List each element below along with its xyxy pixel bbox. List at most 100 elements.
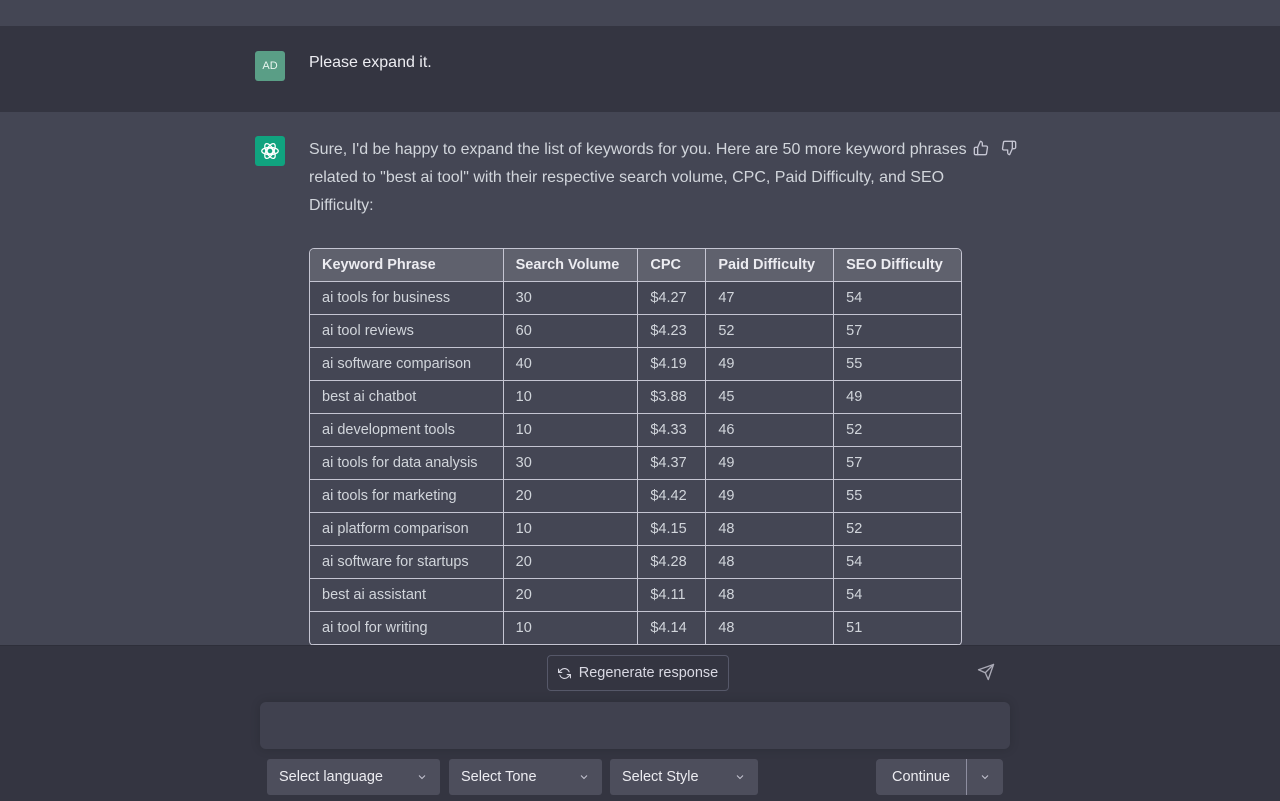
table-cell: 52 — [834, 414, 961, 447]
regenerate-button[interactable]: Regenerate response — [547, 655, 729, 691]
table-cell: ai tools for business — [310, 282, 504, 315]
column-header: Keyword Phrase — [310, 249, 504, 282]
table-cell: 20 — [503, 579, 639, 612]
table-cell: 20 — [503, 480, 639, 513]
table-row: ai tool for writing 10 $4.14 48 51 — [310, 612, 961, 645]
table-cell: 57 — [834, 447, 961, 480]
style-select-label: Select Style — [622, 769, 699, 785]
table-cell: 10 — [503, 612, 639, 645]
table-cell: 52 — [834, 513, 961, 546]
table-cell: 48 — [706, 546, 835, 579]
message-input-box — [260, 702, 1010, 749]
table-row: ai software for startups 20 $4.28 48 54 — [310, 546, 961, 579]
table-body: ai tools for business 30 $4.27 47 54 ai tool … — [310, 282, 961, 645]
table-row: ai platform comparison 10 $4.15 48 52 — [310, 513, 961, 546]
table-cell: best ai assistant — [310, 579, 504, 612]
table-row: ai tools for marketing 20 $4.42 49 55 — [310, 480, 961, 513]
table-cell: best ai chatbot — [310, 381, 504, 414]
user-avatar: AD — [255, 51, 285, 81]
composer-area: Regenerate response Select language Sele… — [0, 645, 1280, 801]
table-cell: 47 — [706, 282, 835, 315]
table-cell: 49 — [706, 480, 835, 513]
continue-button[interactable]: Continue — [876, 759, 967, 795]
table-cell: $4.23 — [638, 315, 707, 348]
table-cell: 10 — [503, 513, 639, 546]
table-cell: $4.42 — [638, 480, 707, 513]
assistant-message-row: Sure, I'd be happy to expand the list of… — [0, 112, 1280, 646]
table-header-row: Keyword Phrase Search Volume CPC Paid Di… — [310, 249, 961, 282]
table-row: best ai assistant 20 $4.11 48 54 — [310, 579, 961, 612]
table-cell: 49 — [834, 381, 961, 414]
table-cell: $4.14 — [638, 612, 707, 645]
table-cell: ai software for startups — [310, 546, 504, 579]
table-cell: ai tools for marketing — [310, 480, 504, 513]
chevron-down-icon — [418, 775, 426, 780]
user-message-text: Please expand it. — [309, 54, 432, 71]
table-cell: 30 — [503, 447, 639, 480]
column-header: CPC — [638, 249, 707, 282]
table-cell: ai software comparison — [310, 348, 504, 381]
openai-logo-icon — [255, 136, 285, 166]
message-input[interactable] — [274, 714, 968, 742]
table-cell: $4.19 — [638, 348, 707, 381]
table-cell: $4.15 — [638, 513, 707, 546]
language-select[interactable]: Select language — [267, 759, 440, 795]
tone-select[interactable]: Select Tone — [449, 759, 602, 795]
table-cell: 52 — [706, 315, 835, 348]
table-cell: 49 — [706, 348, 835, 381]
table-cell: 46 — [706, 414, 835, 447]
table-cell: $4.28 — [638, 546, 707, 579]
refresh-icon — [557, 667, 571, 679]
assistant-intro-text: Sure, I'd be happy to expand the list of… — [309, 141, 967, 214]
table-cell: 48 — [706, 513, 835, 546]
chevron-down-icon — [580, 775, 588, 780]
table-cell: 60 — [503, 315, 639, 348]
table-row: ai tools for business 30 $4.27 47 54 — [310, 282, 961, 315]
table-cell: 57 — [834, 315, 961, 348]
table-row: ai tools for data analysis 30 $4.37 49 57 — [310, 447, 961, 480]
table-cell: ai tool reviews — [310, 315, 504, 348]
table-cell: 51 — [834, 612, 961, 645]
table-cell: 54 — [834, 546, 961, 579]
thumbs-down-icon[interactable] — [1001, 140, 1017, 156]
keyword-table: Keyword Phrase Search Volume CPC Paid Di… — [309, 248, 962, 646]
table-cell: 55 — [834, 480, 961, 513]
table-cell: 10 — [503, 381, 639, 414]
table-cell: 48 — [706, 612, 835, 645]
table-cell: 45 — [706, 381, 835, 414]
table-cell: ai development tools — [310, 414, 504, 447]
chevron-down-icon — [736, 775, 744, 780]
column-header: SEO Difficulty — [834, 249, 961, 282]
continue-button-group: Continue — [876, 759, 1003, 795]
table-cell: 30 — [503, 282, 639, 315]
feedback-buttons — [973, 140, 1017, 156]
table-cell: 40 — [503, 348, 639, 381]
table-cell: ai platform comparison — [310, 513, 504, 546]
continue-dropdown-button[interactable] — [967, 759, 1003, 795]
table-row: ai development tools 10 $4.33 46 52 — [310, 414, 961, 447]
language-select-label: Select language — [279, 769, 383, 785]
table-row: ai tool reviews 60 $4.23 52 57 — [310, 315, 961, 348]
top-bar — [0, 0, 1280, 27]
regenerate-label: Regenerate response — [578, 665, 719, 681]
style-select[interactable]: Select Style — [610, 759, 758, 795]
table-row: best ai chatbot 10 $3.88 45 49 — [310, 381, 961, 414]
table-cell: $3.88 — [638, 381, 707, 414]
thumbs-up-icon[interactable] — [973, 140, 989, 156]
table-cell: $4.37 — [638, 447, 707, 480]
table-cell: 54 — [834, 579, 961, 612]
table-cell: $4.11 — [638, 579, 707, 612]
table-cell: ai tools for data analysis — [310, 447, 504, 480]
column-header: Search Volume — [503, 249, 639, 282]
user-message-row: AD Please expand it. — [0, 26, 1280, 113]
table-cell: 54 — [834, 282, 961, 315]
table-row: ai software comparison 40 $4.19 49 55 — [310, 348, 961, 381]
table-cell: 10 — [503, 414, 639, 447]
column-header: Paid Difficulty — [706, 249, 835, 282]
tone-select-label: Select Tone — [461, 769, 537, 785]
table-cell: $4.27 — [638, 282, 707, 315]
paper-plane-icon[interactable] — [977, 663, 995, 681]
chevron-down-icon — [981, 775, 989, 780]
table-cell: $4.33 — [638, 414, 707, 447]
table-cell: 20 — [503, 546, 639, 579]
